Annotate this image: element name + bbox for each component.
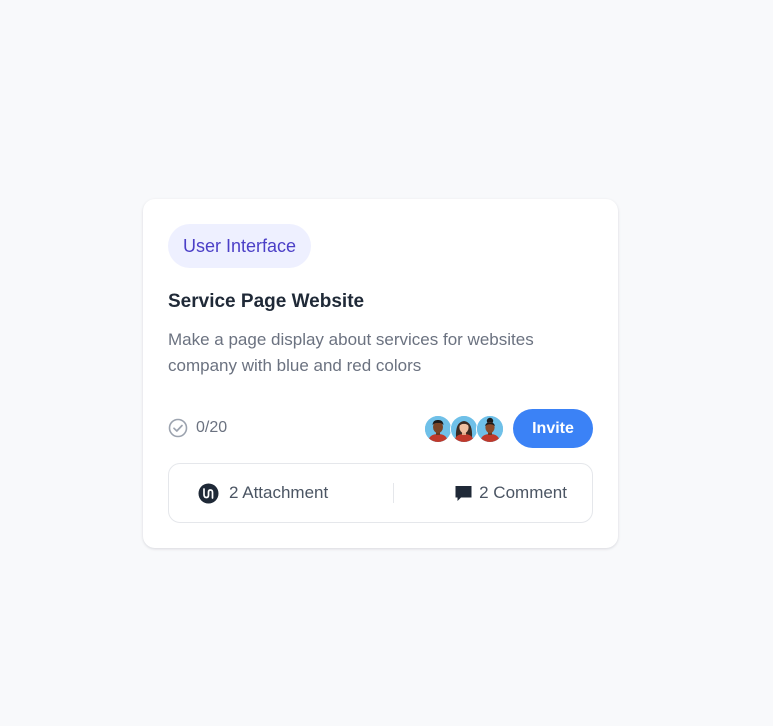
attachment-link[interactable]: 2 Attachment — [198, 464, 328, 522]
assignee-avatars — [424, 415, 504, 443]
progress-count: 0/20 — [196, 419, 228, 436]
card-footer: 2 Attachment 2 Comment — [168, 463, 593, 523]
task-card: User Interface Service Page Website Make… — [143, 199, 618, 548]
footer-divider — [393, 483, 394, 503]
attachment-icon — [198, 483, 219, 504]
avatar-woman-icon[interactable] — [450, 415, 478, 443]
check-circle-icon — [168, 418, 188, 438]
card-description: Make a page display about services for w… — [168, 330, 534, 375]
avatar-woman-2-icon[interactable] — [476, 415, 504, 443]
card-title: Service Page Website — [168, 291, 365, 312]
comment-icon — [454, 484, 473, 503]
comment-link[interactable]: 2 Comment — [454, 464, 567, 522]
invite-button[interactable]: Invite — [513, 409, 593, 448]
attachment-label: 2 Attachment — [229, 483, 329, 502]
comment-label: 2 Comment — [479, 483, 567, 502]
category-tag[interactable]: User Interface — [168, 224, 312, 268]
progress-indicator: 0/20 — [168, 416, 227, 440]
avatar-man-icon[interactable] — [424, 415, 452, 443]
